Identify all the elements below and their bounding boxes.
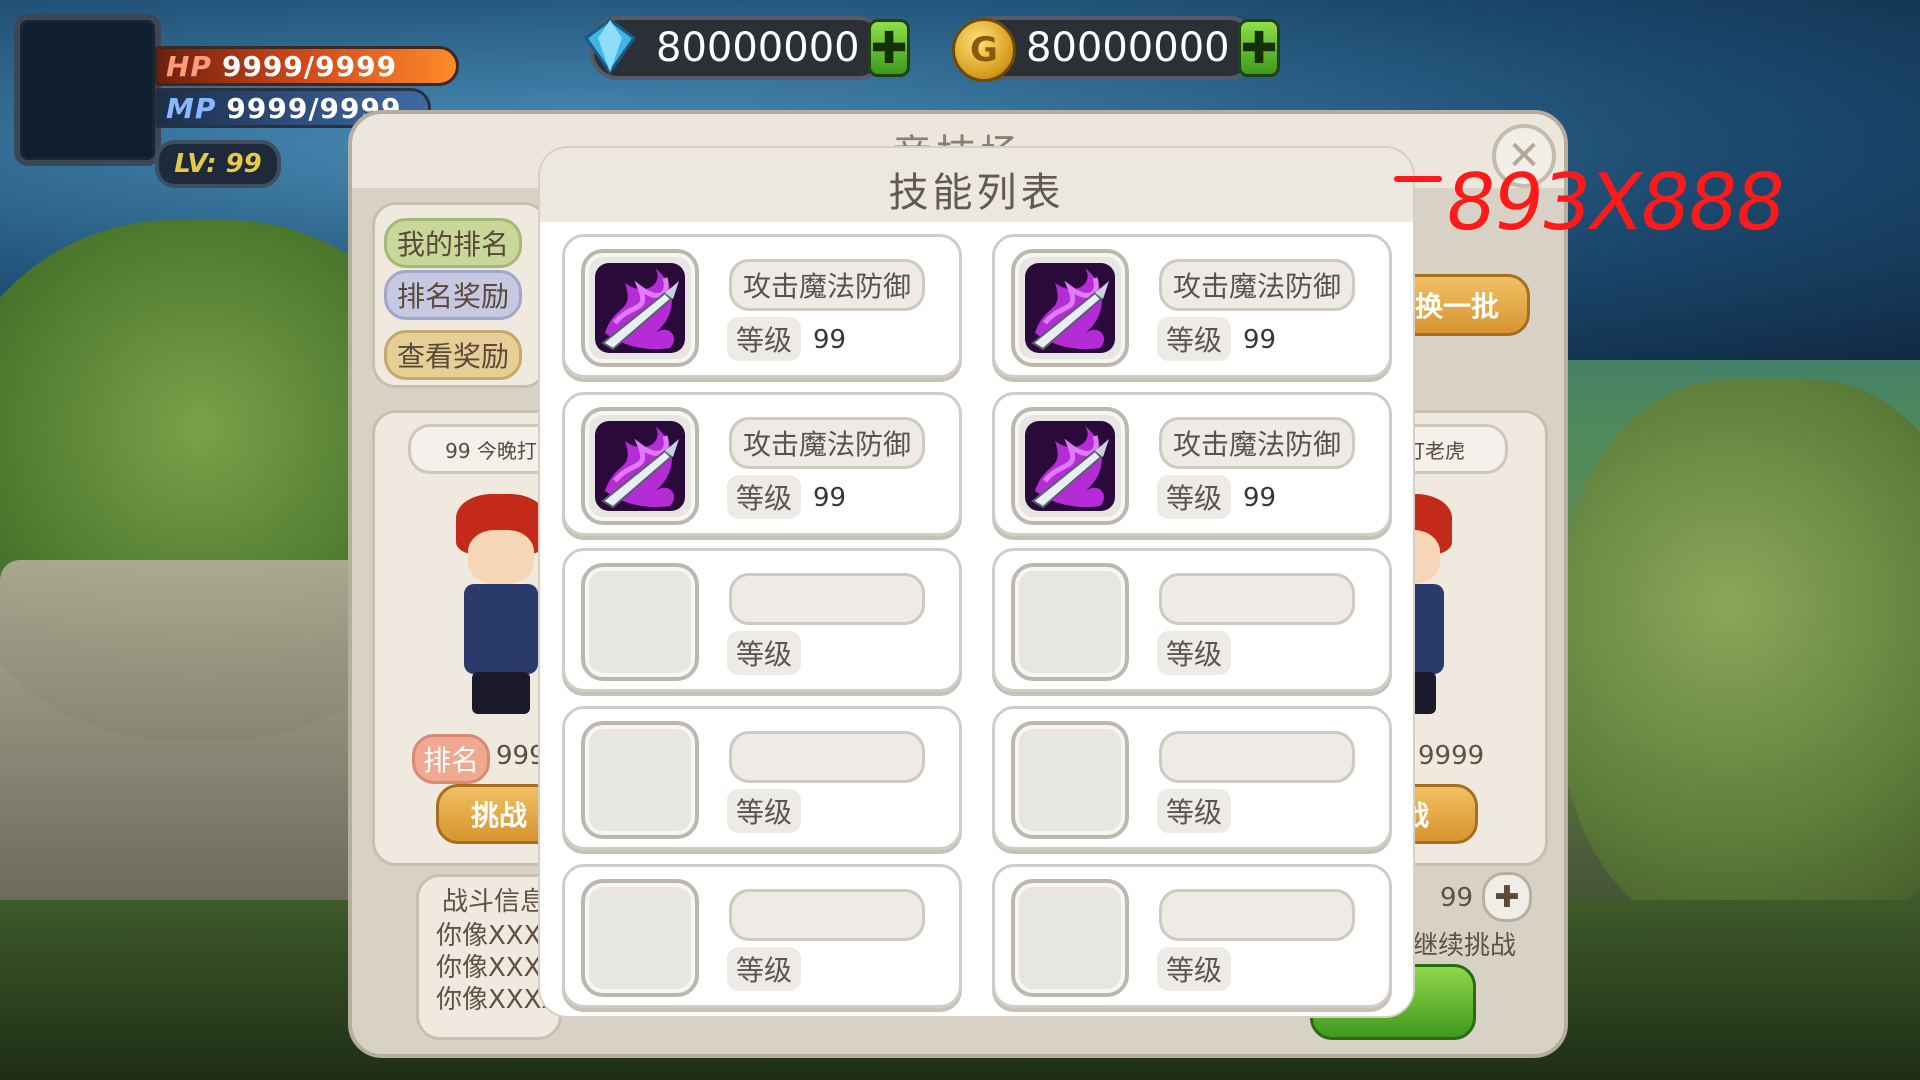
skill-level-value: 99 [813, 483, 847, 513]
empty-skill-slot[interactable]: 等级 [562, 706, 962, 850]
skill-name: 攻击魔法防御 [729, 259, 925, 311]
skill-level-label: 等级 [727, 475, 801, 519]
skill-level-label: 等级 [1157, 475, 1231, 519]
skill-level-value: 99 [1243, 325, 1277, 355]
skill-icon-frame [581, 249, 699, 367]
my-rank-button[interactable]: 我的排名 [384, 218, 522, 268]
mp-tag: MP [166, 91, 217, 125]
skill-icon-frame [1011, 879, 1129, 997]
diamond-icon [583, 18, 637, 75]
skill-level-label: 等级 [727, 789, 801, 833]
skill-card[interactable]: 攻击魔法防御等级 99 [562, 392, 962, 536]
skill-card[interactable]: 攻击魔法防御等级 99 [562, 234, 962, 378]
skill-name [1159, 573, 1355, 625]
skill-icon-frame [1011, 407, 1129, 525]
battle-info-title: 战斗信息 [442, 887, 547, 917]
dagger-skill-icon [595, 263, 685, 353]
empty-skill-slot[interactable]: 等级 [992, 864, 1392, 1008]
modal-title: 技能列表 [888, 170, 1065, 216]
gold-coin-icon: G [952, 18, 1016, 82]
gold-value: 80000000 [1026, 25, 1230, 71]
view-reward-button[interactable]: 查看奖励 [384, 330, 522, 380]
skill-icon-frame [581, 721, 699, 839]
skill-level-label: 等级 [727, 631, 801, 675]
dagger-skill-icon [1025, 421, 1115, 511]
skill-level-label: 等级 [727, 947, 801, 991]
skill-list-modal: 技能列表 攻击魔法防御 等级 99 攻击魔法防御 等级 99 攻击魔法防御 等级 99 攻击魔法防… [540, 148, 1413, 1016]
skill-level-value: 99 [1243, 483, 1277, 513]
skill-name [729, 731, 925, 783]
gem-counter: 80000000 ✚ [583, 16, 911, 80]
skill-icon-frame [581, 407, 699, 525]
skill-name: 攻击魔法防御 [729, 417, 925, 469]
skill-icon-frame [1011, 249, 1129, 367]
skill-level-value: 99 [813, 325, 847, 355]
hero-sprite-left [456, 494, 546, 714]
hp-tag: HP [166, 49, 212, 83]
modal-header: 技能列表 [540, 148, 1413, 222]
skill-grid: 攻击魔法防御 等级 99 攻击魔法防御 等级 99 攻击魔法防御 等级 99 攻击魔法防御 等级 99… [540, 222, 1413, 1016]
size-annotation: 893X888 [1439, 158, 1790, 248]
gold-counter: G 80000000 ✚ [952, 16, 1281, 82]
level-badge: LV: 99 [155, 140, 281, 188]
skill-level-label: 等级 [1157, 631, 1231, 675]
player-avatar[interactable] [14, 14, 161, 166]
add-gems-button[interactable]: ✚ [867, 19, 911, 77]
skill-name [729, 573, 925, 625]
add-gold-button[interactable]: ✚ [1237, 19, 1281, 77]
skill-level-label: 等级 [1157, 317, 1231, 361]
dagger-skill-icon [595, 421, 685, 511]
skill-level-label: 等级 [1157, 789, 1231, 833]
empty-skill-slot[interactable]: 等级 [992, 706, 1392, 850]
skill-card[interactable]: 攻击魔法防御等级 99 [992, 234, 1392, 378]
right-island [1560, 380, 1920, 940]
empty-skill-slot[interactable]: 等级 [562, 864, 962, 1008]
skill-icon-frame [581, 879, 699, 997]
skill-icon-frame [1011, 721, 1129, 839]
empty-skill-slot[interactable]: 等级 [562, 548, 962, 692]
empty-skill-slot[interactable]: 等级 [992, 548, 1392, 692]
dagger-skill-icon [1025, 263, 1115, 353]
continue-challenge-label: 继续挑战 [1412, 931, 1517, 961]
rank-reward-button[interactable]: 排名奖励 [384, 270, 522, 320]
skill-icon-frame [581, 563, 699, 681]
challenge-count: 99 [1440, 883, 1474, 913]
skill-card[interactable]: 攻击魔法防御等级 99 [992, 392, 1392, 536]
gem-value: 80000000 [656, 25, 860, 71]
annotation-dash [1394, 176, 1442, 182]
hp-bar: HP 9999/9999 [155, 46, 459, 86]
skill-name: 攻击魔法防御 [1159, 417, 1355, 469]
add-challenge-button[interactable]: ✚ [1482, 872, 1532, 922]
rank-label-left: 排名 [412, 734, 490, 784]
skill-level-label: 等级 [1157, 947, 1231, 991]
skill-level-label: 等级 [727, 317, 801, 361]
skill-name [1159, 731, 1355, 783]
rank-value-right: 9999 [1418, 741, 1485, 771]
skill-name: 攻击魔法防御 [1159, 259, 1355, 311]
skill-icon-frame [1011, 563, 1129, 681]
skill-name [1159, 889, 1355, 941]
skill-name [729, 889, 925, 941]
hp-value: 9999/9999 [221, 49, 398, 83]
